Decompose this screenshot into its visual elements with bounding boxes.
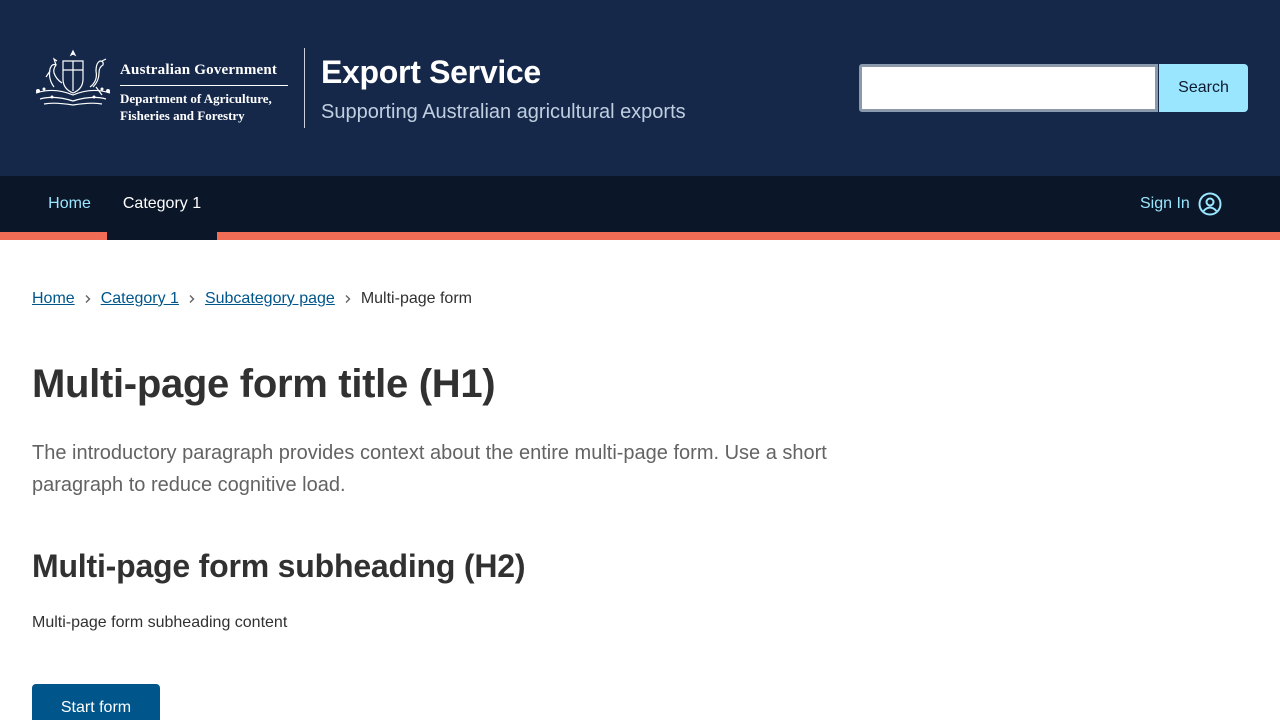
sign-in-link[interactable]: Sign In bbox=[1140, 176, 1222, 232]
nav-item-category-1[interactable]: Category 1 bbox=[107, 176, 217, 240]
intro-paragraph: The introductory paragraph provides cont… bbox=[32, 442, 827, 496]
coat-of-arms-icon bbox=[35, 49, 111, 106]
breadcrumb: Home Category 1 Subcategory page Multi-p… bbox=[32, 290, 472, 308]
breadcrumb-link-subcategory[interactable]: Subcategory page bbox=[205, 290, 335, 308]
search-button[interactable]: Search bbox=[1159, 64, 1248, 112]
department-name-line2: Fisheries and Forestry bbox=[120, 108, 245, 123]
chevron-right-icon bbox=[335, 294, 361, 304]
subheading-content: Multi-page form subheading content bbox=[32, 614, 288, 631]
chevron-right-icon bbox=[75, 294, 101, 304]
breadcrumb-link-home[interactable]: Home bbox=[32, 290, 75, 308]
site-tagline: Supporting Australian agricultural expor… bbox=[321, 101, 686, 123]
logo-divider bbox=[120, 85, 288, 86]
header-divider bbox=[304, 48, 305, 128]
government-logo-link[interactable]: Australian Government Department of Agri… bbox=[32, 47, 292, 127]
page-title: Multi-page form title (H1) bbox=[32, 362, 496, 406]
section-subheading: Multi-page form subheading (H2) bbox=[32, 548, 526, 584]
government-name: Australian Government bbox=[120, 62, 278, 78]
department-name: Department of Agriculture, Fisheries and… bbox=[120, 90, 272, 124]
nav-item-home[interactable]: Home bbox=[32, 176, 107, 232]
breadcrumb-link-category-1[interactable]: Category 1 bbox=[101, 290, 179, 308]
chevron-right-icon bbox=[179, 294, 205, 304]
start-form-button[interactable]: Start form bbox=[32, 684, 160, 720]
breadcrumb-current: Multi-page form bbox=[360, 290, 472, 307]
site-title[interactable]: Export Service bbox=[321, 54, 541, 91]
user-circle-icon bbox=[1198, 192, 1222, 216]
sign-in-label: Sign In bbox=[1140, 195, 1190, 212]
search-input[interactable] bbox=[859, 64, 1158, 112]
department-name-line1: Department of Agriculture, bbox=[120, 91, 272, 106]
